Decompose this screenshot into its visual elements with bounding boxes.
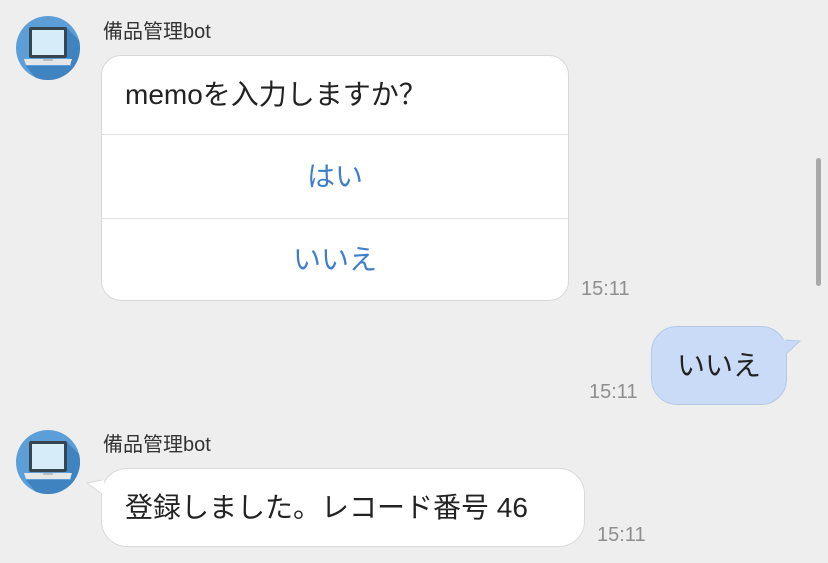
- option-no-button[interactable]: いいえ: [102, 219, 568, 300]
- sender-name: 備品管理bot: [103, 434, 211, 456]
- timestamp: 15:11: [589, 381, 638, 403]
- reply-text: いいえ: [676, 350, 761, 381]
- result-text: 登録しました。レコード番号 46: [125, 492, 528, 523]
- laptop-icon: [16, 16, 80, 80]
- prompt-question: memoを入力しますか？: [125, 79, 427, 110]
- prompt-card: memoを入力しますか？ はい いいえ: [101, 55, 569, 301]
- scrollbar[interactable]: [816, 158, 821, 286]
- laptop-icon: [16, 430, 80, 494]
- bot-avatar[interactable]: [16, 430, 80, 494]
- bubble-tail: [86, 479, 104, 495]
- sender-name: 備品管理bot: [103, 21, 211, 43]
- user-reply-bubble: いいえ: [651, 326, 787, 405]
- bubble-tail: [783, 339, 801, 355]
- timestamp: 15:11: [581, 278, 630, 300]
- option-yes-button[interactable]: はい: [102, 135, 568, 218]
- result-bubble: 登録しました。レコード番号 46: [101, 468, 585, 547]
- timestamp: 15:11: [597, 524, 646, 546]
- bot-avatar[interactable]: [16, 16, 80, 80]
